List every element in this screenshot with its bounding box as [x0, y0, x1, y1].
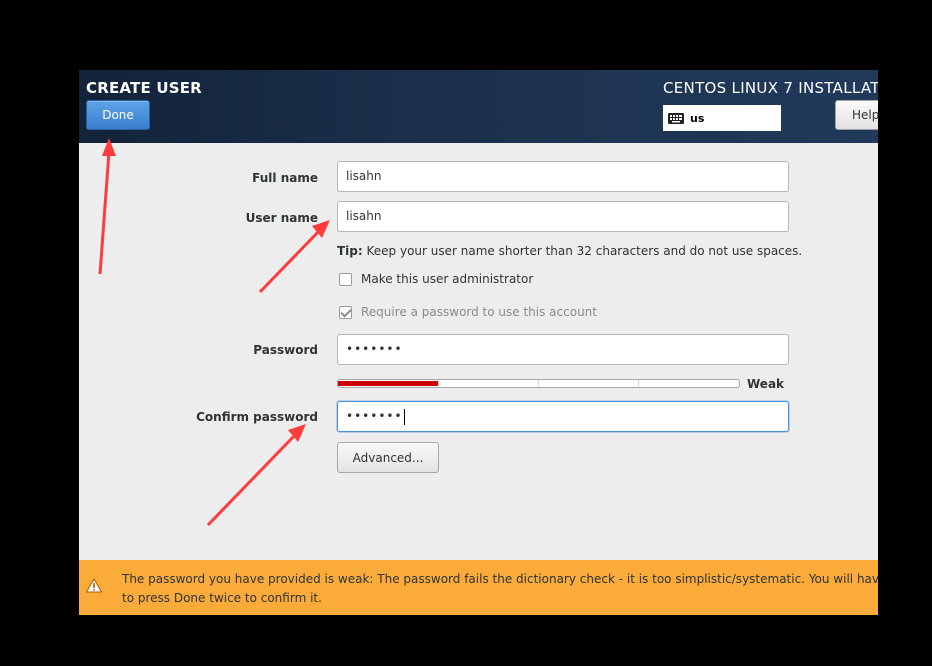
- done-button[interactable]: Done: [86, 100, 150, 130]
- text-caret: [403, 408, 405, 425]
- header-bar: CREATE USER Done CENTOS LINUX 7 INSTALLA…: [79, 70, 878, 143]
- product-title: CENTOS LINUX 7 INSTALLATI: [663, 79, 878, 97]
- require-password-checkbox: [339, 305, 352, 319]
- admin-checkbox[interactable]: [339, 272, 352, 286]
- strength-fill: [338, 381, 439, 386]
- strength-segment-divider: [438, 380, 439, 387]
- password-label: Password: [253, 343, 318, 357]
- keyboard-layout-indicator[interactable]: us: [663, 105, 781, 131]
- require-password-label: Require a password to use this account: [361, 305, 597, 319]
- warning-message: The password you have provided is weak: …: [122, 570, 878, 608]
- installer-window: CREATE USER Done CENTOS LINUX 7 INSTALLA…: [79, 70, 878, 615]
- warning-line-2: to press Done twice to confirm it.: [122, 591, 322, 605]
- user-name-label: User name: [245, 211, 318, 225]
- confirm-password-label: Confirm password: [196, 410, 318, 424]
- require-password-checkbox-row: Require a password to use this account: [339, 305, 597, 319]
- tip-text: Keep your user name shorter than 32 char…: [362, 244, 803, 258]
- advanced-button[interactable]: Advanced...: [337, 442, 439, 473]
- keyboard-layout-label: us: [690, 111, 705, 125]
- page-title: CREATE USER: [86, 79, 202, 97]
- full-name-input[interactable]: lisahn: [337, 161, 789, 192]
- keyboard-icon: [668, 112, 684, 124]
- strength-segment-divider: [638, 380, 639, 387]
- confirm-password-value: •••••••: [346, 409, 403, 423]
- warning-line-1: The password you have provided is weak: …: [122, 572, 878, 586]
- confirm-password-input[interactable]: •••••••: [337, 401, 789, 432]
- admin-checkbox-label[interactable]: Make this user administrator: [361, 272, 533, 286]
- strength-segment-divider: [538, 380, 539, 387]
- password-strength-bar: [337, 379, 740, 388]
- admin-checkbox-row[interactable]: Make this user administrator: [339, 272, 533, 286]
- user-name-input[interactable]: lisahn: [337, 201, 789, 232]
- tip-prefix: Tip:: [337, 244, 363, 258]
- password-input[interactable]: •••••••: [337, 334, 789, 365]
- help-button[interactable]: Help!: [835, 100, 878, 130]
- warning-icon: [86, 578, 102, 593]
- username-tip: Tip: Keep your user name shorter than 32…: [337, 244, 802, 258]
- warning-bar[interactable]: The password you have provided is weak: …: [79, 560, 878, 615]
- full-name-label: Full name: [252, 171, 318, 185]
- password-strength-label: Weak: [747, 377, 785, 391]
